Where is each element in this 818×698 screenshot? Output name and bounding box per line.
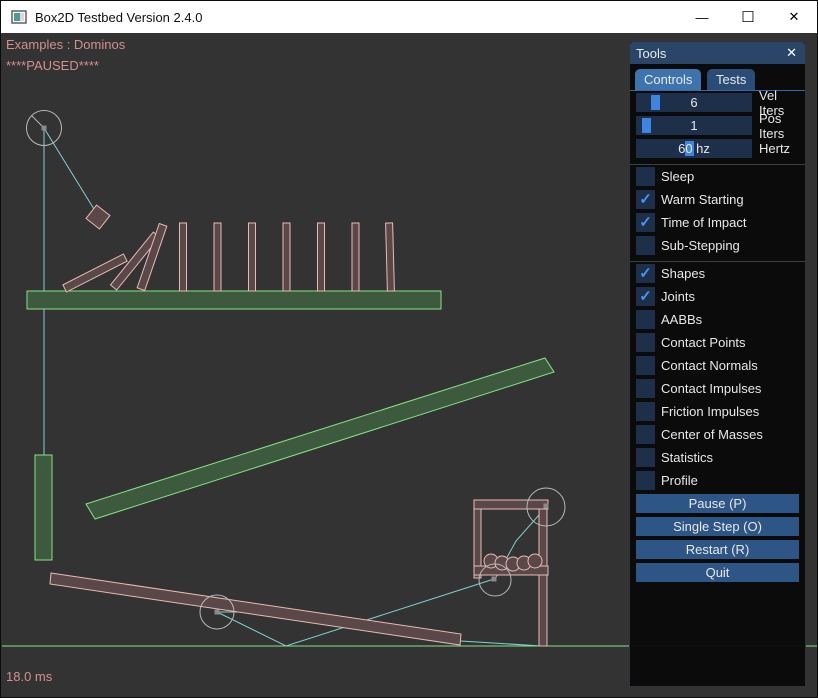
diagonal-ramp: [86, 358, 554, 519]
checkbox-aabbs[interactable]: ✓ AABBs: [636, 310, 799, 329]
action-buttons: Pause (P) Single Step (O) Restart (R) Qu…: [636, 494, 799, 582]
checkbox-group-draw: ✓ Shapes ✓ Joints ✓ AABBs ✓ Contact Points ✓ Cont…: [630, 264, 805, 490]
separator: [630, 164, 805, 165]
checkbox-label: Statistics: [661, 450, 713, 465]
restart-button[interactable]: Restart (R): [636, 540, 799, 559]
slider-label: Pos Iters: [759, 111, 799, 141]
slider-label: Hertz: [759, 141, 790, 156]
domino: [318, 223, 325, 291]
checkbox-box[interactable]: ✓: [636, 425, 655, 444]
checkbox-contact-points[interactable]: ✓ Contact Points: [636, 333, 799, 352]
app-window: Box2D Testbed Version 2.4.0 — ☐ ✕: [0, 0, 818, 698]
table-right-leg: [539, 509, 547, 646]
checkbox-warm-starting[interactable]: ✓ Warm Starting: [636, 190, 799, 209]
table-top: [474, 500, 548, 509]
domino: [214, 223, 221, 291]
checkbox-profile[interactable]: ✓ Profile: [636, 471, 799, 490]
checkbox-shapes[interactable]: ✓ Shapes: [636, 264, 799, 283]
hertz-slider[interactable]: 60 hz Hertz: [636, 139, 799, 158]
checkbox-box[interactable]: ✓: [636, 310, 655, 329]
domino: [386, 223, 395, 291]
checkbox-label: Contact Normals: [661, 358, 758, 373]
domino: [283, 223, 290, 291]
check-icon: ✓: [639, 190, 652, 209]
checkbox-label: Sub-Stepping: [661, 238, 740, 253]
single-step-button[interactable]: Single Step (O): [636, 517, 799, 536]
checkbox-box[interactable]: ✓: [636, 448, 655, 467]
checkbox-label: Center of Masses: [661, 427, 763, 442]
checkbox-time-of-impact[interactable]: ✓ Time of Impact: [636, 213, 799, 232]
tools-panel: Tools ✕ Controls Tests 6 Vel Iters 1 Pos…: [629, 41, 806, 687]
joint-anchors: [42, 126, 549, 615]
checkbox-box[interactable]: ✓: [636, 236, 655, 255]
pause-button[interactable]: Pause (P): [636, 494, 799, 513]
panel-close-icon[interactable]: ✕: [784, 45, 799, 61]
dynamic-bodies: [50, 205, 548, 646]
checkbox-box[interactable]: ✓: [636, 287, 655, 306]
tab-tests[interactable]: Tests: [707, 69, 755, 90]
check-icon: ✓: [639, 287, 652, 306]
slider-track[interactable]: 1: [636, 116, 752, 135]
slider-track[interactable]: 6: [636, 93, 752, 112]
domino: [249, 223, 256, 291]
check-icon: ✓: [639, 213, 652, 232]
slider-group: 6 Vel Iters 1 Pos Iters 60 hz Hertz: [636, 93, 799, 158]
checkbox-box[interactable]: ✓: [636, 167, 655, 186]
checkbox-label: Profile: [661, 473, 698, 488]
checkbox-label: Warm Starting: [661, 192, 744, 207]
ball: [528, 554, 542, 568]
checkbox-contact-normals[interactable]: ✓ Contact Normals: [636, 356, 799, 375]
checkbox-contact-impulses[interactable]: ✓ Contact Impulses: [636, 379, 799, 398]
swinging-box: [86, 205, 110, 229]
vel-iters-slider[interactable]: 6 Vel Iters: [636, 93, 799, 112]
checkbox-box[interactable]: ✓: [636, 471, 655, 490]
domino: [180, 223, 187, 291]
checkbox-label: AABBs: [661, 312, 702, 327]
tools-panel-title: Tools: [636, 46, 784, 61]
checkbox-label: Contact Points: [661, 335, 746, 350]
checkbox-label: Shapes: [661, 266, 705, 281]
slider-track[interactable]: 60 hz: [636, 139, 752, 158]
checkbox-statistics[interactable]: ✓ Statistics: [636, 448, 799, 467]
slider-value: 6: [636, 93, 752, 112]
checkbox-label: Sleep: [661, 169, 694, 184]
checkbox-box[interactable]: ✓: [636, 356, 655, 375]
checkbox-box[interactable]: ✓: [636, 190, 655, 209]
checkbox-friction-impulses[interactable]: ✓ Friction Impulses: [636, 402, 799, 421]
slider-value: 1: [636, 116, 752, 135]
example-label: Examples : Dominos: [6, 37, 125, 52]
checkbox-label: Joints: [661, 289, 695, 304]
checkbox-label: Friction Impulses: [661, 404, 759, 419]
quit-button[interactable]: Quit: [636, 563, 799, 582]
slider-value: 60 hz: [636, 139, 752, 158]
vertical-plank: [35, 455, 52, 560]
frame-time-label: 18.0 ms: [6, 669, 52, 684]
checkbox-box[interactable]: ✓: [636, 213, 655, 232]
tab-controls[interactable]: Controls: [635, 69, 701, 90]
checkbox-box[interactable]: ✓: [636, 402, 655, 421]
checkbox-label: Contact Impulses: [661, 381, 761, 396]
check-icon: ✓: [639, 264, 652, 283]
domino-shelf: [27, 291, 441, 309]
tools-panel-titlebar[interactable]: Tools ✕: [630, 42, 805, 64]
pos-iters-slider[interactable]: 1 Pos Iters: [636, 116, 799, 135]
checkbox-center-of-masses[interactable]: ✓ Center of Masses: [636, 425, 799, 444]
circle-bodies: [27, 111, 566, 630]
separator: [630, 261, 805, 262]
checkbox-box[interactable]: ✓: [636, 264, 655, 283]
domino: [352, 223, 359, 291]
checkbox-joints[interactable]: ✓ Joints: [636, 287, 799, 306]
paused-label: ****PAUSED****: [6, 58, 99, 73]
checkbox-sub-stepping[interactable]: ✓ Sub-Stepping: [636, 236, 799, 255]
checkbox-label: Time of Impact: [661, 215, 746, 230]
checkbox-group-solver: ✓ Sleep ✓ Warm Starting ✓ Time of Impact ✓ Sub-…: [630, 167, 805, 255]
checkbox-box[interactable]: ✓: [636, 333, 655, 352]
checkbox-box[interactable]: ✓: [636, 379, 655, 398]
checkbox-sleep[interactable]: ✓ Sleep: [636, 167, 799, 186]
